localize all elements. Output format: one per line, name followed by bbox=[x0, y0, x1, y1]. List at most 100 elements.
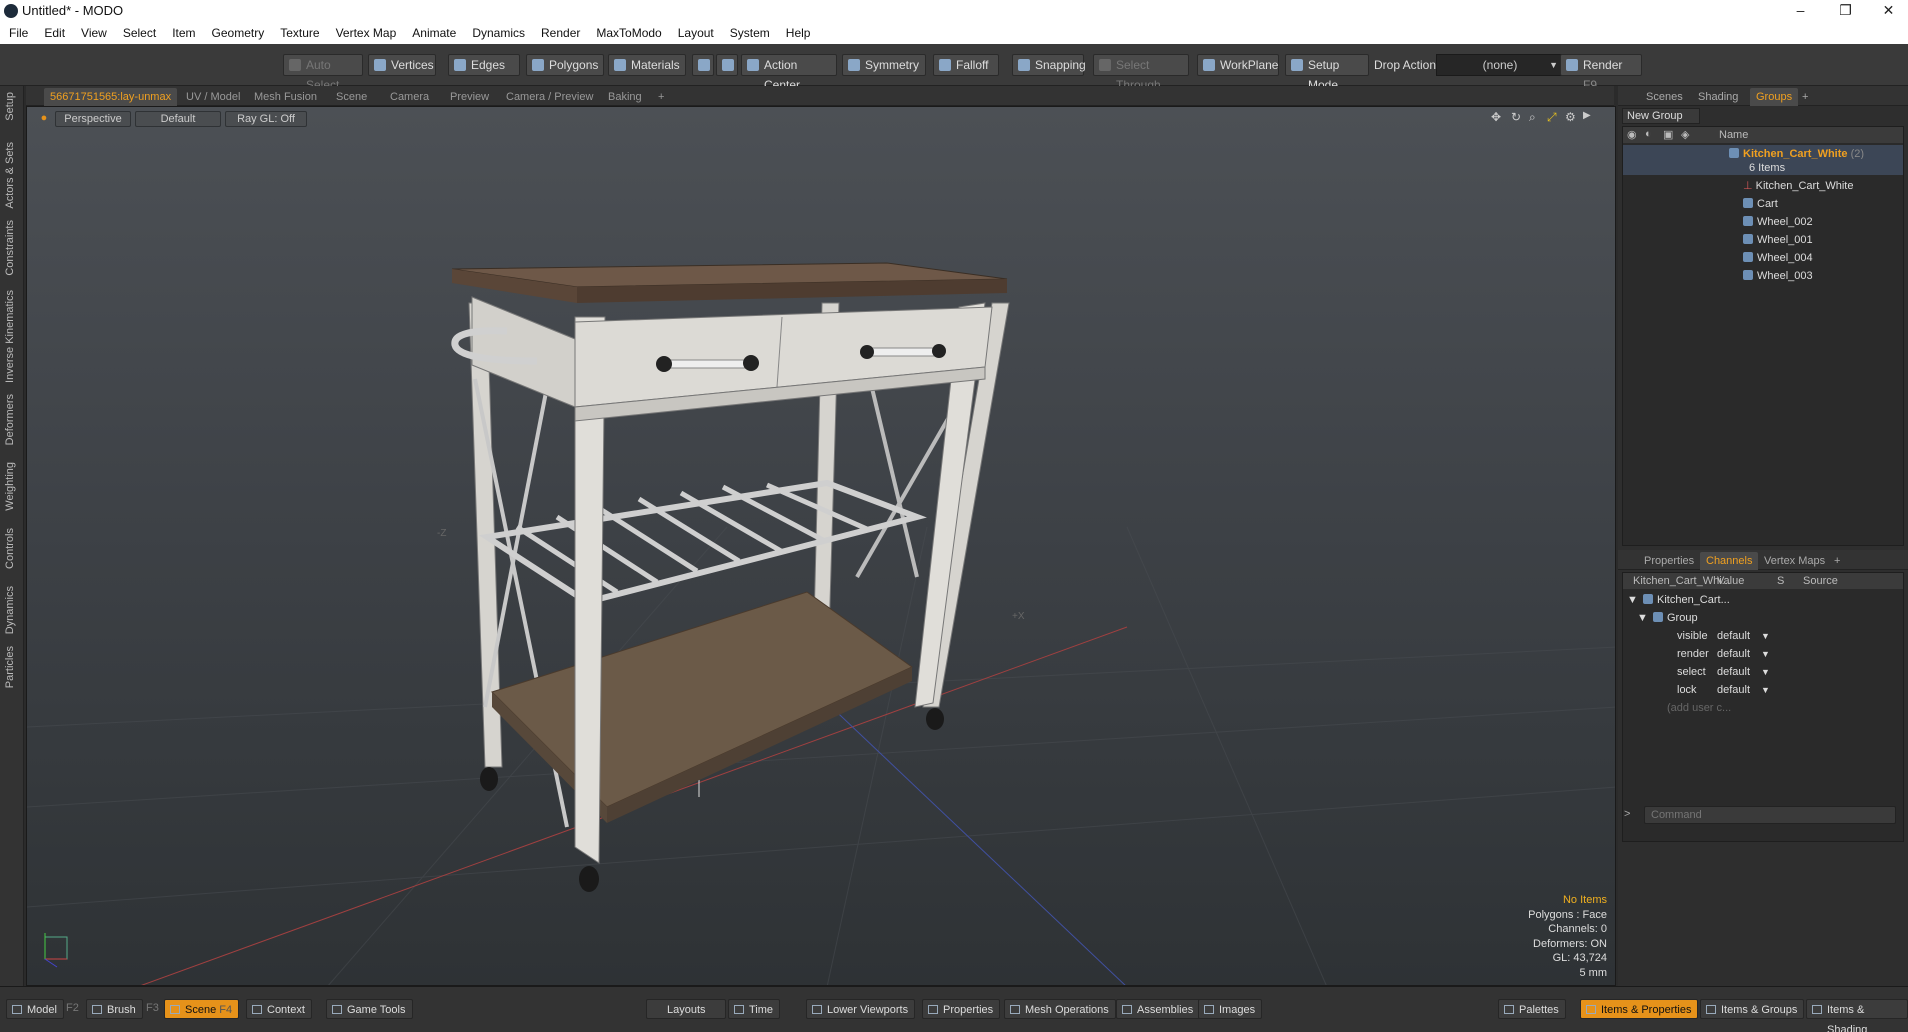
auto-select-button[interactable]: Auto Select bbox=[283, 54, 363, 92]
menu-layout[interactable]: Layout bbox=[669, 22, 721, 40]
context-button[interactable]: Context bbox=[246, 999, 312, 1019]
select-mode-icon-button-2[interactable] bbox=[716, 54, 738, 76]
kitchen-cart-model[interactable] bbox=[451, 262, 1010, 892]
model-button[interactable]: Model bbox=[6, 999, 64, 1019]
drop-action-select[interactable]: (none) ▼ bbox=[1436, 54, 1564, 76]
select-through-button[interactable]: Select Through bbox=[1093, 54, 1189, 92]
mesh-operations-button[interactable]: Mesh Operations bbox=[1004, 999, 1116, 1019]
tab-setup[interactable]: Setup bbox=[4, 92, 16, 121]
command-input[interactable] bbox=[1644, 806, 1896, 824]
properties-button[interactable]: Properties bbox=[922, 999, 1001, 1019]
menu-view[interactable]: View bbox=[72, 22, 114, 40]
menu-select[interactable]: Select bbox=[114, 22, 163, 40]
items-groups-button[interactable]: Items & Groups bbox=[1700, 999, 1805, 1019]
items-properties-button[interactable]: Items & Properties bbox=[1580, 999, 1699, 1019]
tab-lay-unmax[interactable]: 56671751565:lay-unmax bbox=[44, 88, 178, 106]
menu-item[interactable]: Item bbox=[163, 22, 202, 40]
chevron-down-icon[interactable]: ▼ bbox=[1761, 627, 1770, 645]
snapping-button[interactable]: Snapping bbox=[1012, 54, 1086, 76]
add-tab-button[interactable]: + bbox=[652, 88, 670, 106]
select-toggle-icon[interactable]: ◈ bbox=[1681, 128, 1689, 141]
table-row[interactable]: visible default ▼ bbox=[1623, 627, 1903, 645]
tab-actors-sets[interactable]: Actors & Sets bbox=[4, 142, 16, 209]
list-item[interactable]: Wheel_002 bbox=[1623, 213, 1903, 231]
menu-animate[interactable]: Animate bbox=[403, 22, 463, 40]
tab-deformers[interactable]: Deformers bbox=[4, 394, 16, 445]
list-item[interactable]: Cart bbox=[1623, 195, 1903, 213]
list-item[interactable]: ⊥ Kitchen_Cart_White bbox=[1623, 177, 1903, 195]
menu-geometry[interactable]: Geometry bbox=[203, 22, 272, 40]
chevron-down-icon[interactable]: ▼ bbox=[1761, 663, 1770, 681]
minimize-button[interactable]: – bbox=[1778, 0, 1823, 22]
game-tools-button[interactable]: Game Tools bbox=[326, 999, 413, 1019]
menu-texture[interactable]: Texture bbox=[271, 22, 326, 40]
tab-weighting[interactable]: Weighting bbox=[4, 462, 16, 511]
images-button[interactable]: Images bbox=[1198, 999, 1263, 1019]
lower-viewports-button[interactable]: Lower Viewports bbox=[806, 999, 916, 1019]
table-row[interactable]: lock default ▼ bbox=[1623, 681, 1903, 699]
tab-scenes[interactable]: Scenes bbox=[1640, 88, 1689, 106]
menu-dynamics[interactable]: Dynamics bbox=[463, 22, 532, 40]
add-tab-button[interactable]: + bbox=[1796, 88, 1814, 106]
items-shading-button[interactable]: Items & Shading bbox=[1806, 999, 1908, 1032]
action-center-button[interactable]: Action Center bbox=[741, 54, 837, 92]
menu-maxtomodo[interactable]: MaxToModo bbox=[587, 22, 668, 40]
channel-item-row[interactable]: ▼ Kitchen_Cart... bbox=[1623, 591, 1903, 609]
tab-groups[interactable]: Groups bbox=[1750, 88, 1799, 106]
add-tab-button[interactable]: + bbox=[1828, 552, 1846, 570]
polygons-button[interactable]: Polygons bbox=[526, 54, 604, 76]
menu-system[interactable]: System bbox=[721, 22, 777, 40]
menu-file[interactable]: File bbox=[0, 22, 35, 40]
tab-particles[interactable]: Particles bbox=[4, 646, 16, 688]
new-group-button[interactable]: New Group bbox=[1622, 108, 1700, 124]
tab-properties[interactable]: Properties bbox=[1638, 552, 1700, 570]
palettes-button[interactable]: Palettes bbox=[1498, 999, 1566, 1019]
channel-group-row[interactable]: ▼ Group bbox=[1623, 609, 1903, 627]
falloff-button[interactable]: Falloff bbox=[933, 54, 999, 76]
tab-mesh-fusion[interactable]: Mesh Fusion bbox=[248, 88, 323, 106]
render-toggle-icon[interactable]: ◐ bbox=[1645, 128, 1652, 140]
tab-camera[interactable]: Camera bbox=[384, 88, 435, 106]
3d-viewport[interactable]: ● Perspective Default Ray GL: Off ✥ ↻ ⌕ … bbox=[26, 106, 1616, 986]
add-user-channel-row[interactable]: (add user c... bbox=[1623, 699, 1903, 717]
close-button[interactable]: ✕ bbox=[1866, 0, 1908, 22]
expand-icon[interactable]: ▼ bbox=[1637, 609, 1648, 627]
list-item[interactable]: Wheel_003 bbox=[1623, 267, 1903, 285]
list-item[interactable]: Wheel_004 bbox=[1623, 249, 1903, 267]
list-item[interactable]: Wheel_001 bbox=[1623, 231, 1903, 249]
scene-button[interactable]: Scene F4 bbox=[164, 999, 240, 1019]
tab-controls[interactable]: Controls bbox=[4, 528, 16, 569]
symmetry-button[interactable]: Symmetry bbox=[842, 54, 926, 76]
menu-edit[interactable]: Edit bbox=[35, 22, 72, 40]
vertices-button[interactable]: Vertices bbox=[368, 54, 436, 76]
eye-icon[interactable]: ◉ bbox=[1627, 128, 1637, 141]
lock-icon[interactable]: ▣ bbox=[1663, 128, 1673, 141]
restore-button[interactable]: ❐ bbox=[1823, 0, 1868, 22]
tab-scene[interactable]: Scene bbox=[330, 88, 373, 106]
select-mode-icon-button-1[interactable] bbox=[692, 54, 714, 76]
materials-button[interactable]: Materials bbox=[608, 54, 686, 76]
tab-channels[interactable]: Channels bbox=[1700, 552, 1759, 570]
tab-uv-model[interactable]: UV / Model bbox=[180, 88, 246, 106]
edges-button[interactable]: Edges bbox=[448, 54, 520, 76]
workplane-button[interactable]: WorkPlane bbox=[1197, 54, 1279, 76]
tab-preview[interactable]: Preview bbox=[444, 88, 495, 106]
tab-vertex-maps[interactable]: Vertex Maps bbox=[1758, 552, 1831, 570]
tab-camera-preview[interactable]: Camera / Preview bbox=[500, 88, 599, 106]
tab-baking[interactable]: Baking bbox=[602, 88, 648, 106]
tab-constraints[interactable]: Constraints bbox=[4, 220, 16, 276]
time-button[interactable]: Time bbox=[728, 999, 781, 1019]
menu-vertex-map[interactable]: Vertex Map bbox=[327, 22, 404, 40]
menu-help[interactable]: Help bbox=[777, 22, 818, 40]
tab-dynamics[interactable]: Dynamics bbox=[4, 586, 16, 634]
tab-inverse-kinematics[interactable]: Inverse Kinematics bbox=[4, 290, 16, 383]
assemblies-button[interactable]: Assemblies bbox=[1116, 999, 1201, 1019]
layouts-button[interactable]: Layouts bbox=[646, 999, 726, 1019]
chevron-down-icon[interactable]: ▼ bbox=[1761, 681, 1770, 699]
tab-shading[interactable]: Shading bbox=[1692, 88, 1744, 106]
render-button[interactable]: Render F9 bbox=[1560, 54, 1642, 92]
brush-button[interactable]: Brush bbox=[86, 999, 143, 1019]
chevron-down-icon[interactable]: ▼ bbox=[1761, 645, 1770, 663]
expand-icon[interactable]: ▼ bbox=[1627, 591, 1638, 609]
table-row[interactable]: select default ▼ bbox=[1623, 663, 1903, 681]
